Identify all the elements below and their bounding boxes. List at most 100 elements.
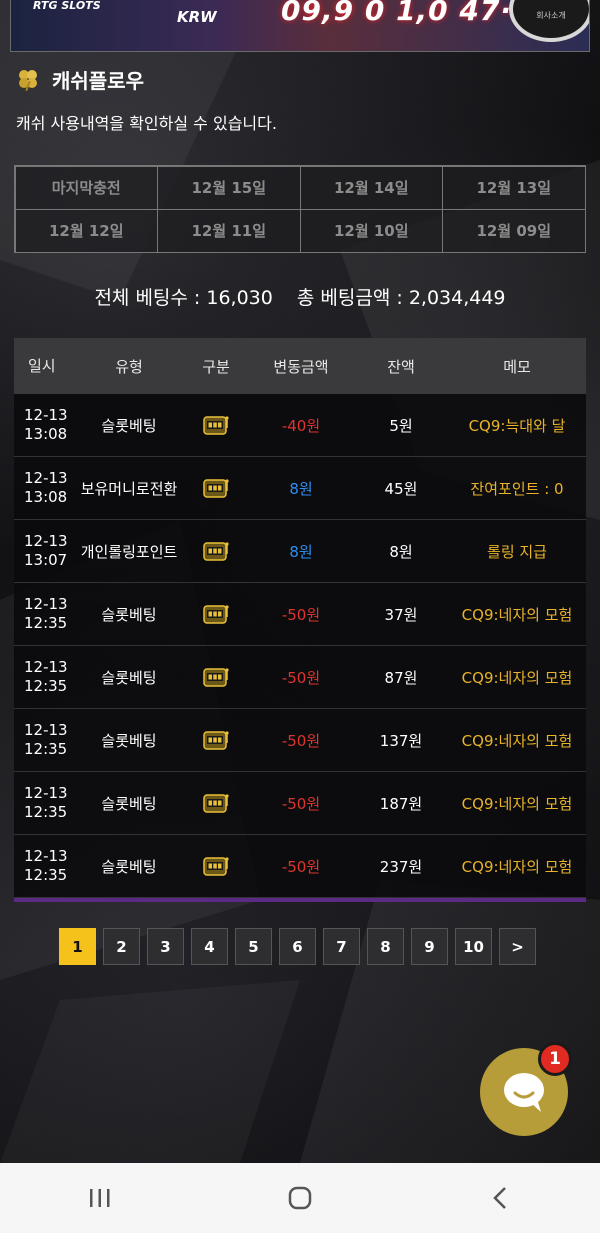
slot-machine-icon xyxy=(203,668,229,687)
page-button-10[interactable]: 10 xyxy=(455,928,492,965)
row-memo: CQ9:네자의 모험 xyxy=(461,605,573,624)
chat-bubble-icon xyxy=(504,1073,544,1112)
row-change: -50원 xyxy=(281,605,321,624)
row-time: 13:08 xyxy=(24,425,68,443)
date-tab[interactable]: 12월 13일 xyxy=(442,165,586,210)
banner-seal[interactable]: 회사소개 xyxy=(509,0,589,42)
home-button[interactable] xyxy=(270,1178,330,1218)
banner-jackpot: 09,9 0 1,0 47·6 xyxy=(281,0,533,27)
row-type: 슬롯베팅 xyxy=(101,731,157,750)
section-heading: 캐쉬플로우 xyxy=(16,66,144,93)
row-balance: 87원 xyxy=(384,668,418,687)
row-memo: 롤링 지급 xyxy=(487,542,547,561)
row-memo: CQ9:늑대와 달 xyxy=(468,416,566,435)
row-change: -40원 xyxy=(281,416,321,435)
row-memo: CQ9:네자의 모험 xyxy=(461,794,573,813)
page-button-9[interactable]: 9 xyxy=(411,928,448,965)
row-time: 12:35 xyxy=(24,866,68,884)
row-memo: CQ9:네자의 모험 xyxy=(461,668,573,687)
table-row: 12-13 12:35 슬롯베팅 -50원 237원 CQ9:네자의 모험 xyxy=(14,835,586,898)
row-type: 슬롯베팅 xyxy=(101,416,157,435)
row-memo: CQ9:네자의 모험 xyxy=(461,857,573,876)
row-type: 슬롯베팅 xyxy=(101,857,157,876)
row-date: 12-13 xyxy=(24,658,68,676)
page-button-8[interactable]: 8 xyxy=(367,928,404,965)
date-tab[interactable]: 12월 11일 xyxy=(157,208,301,253)
row-category xyxy=(184,792,248,814)
page-button-2[interactable]: 2 xyxy=(103,928,140,965)
recent-apps-icon xyxy=(90,1189,110,1207)
row-change: -50원 xyxy=(281,731,321,750)
next-page-button[interactable]: > xyxy=(499,928,536,965)
row-date: 12-13 xyxy=(24,847,68,865)
pagination: 1 2 3 4 5 6 7 8 9 10 > xyxy=(59,928,543,965)
page-button-3[interactable]: 3 xyxy=(147,928,184,965)
android-nav-bar xyxy=(0,1163,600,1233)
banner-logo: RTG SLOTS xyxy=(33,0,101,12)
row-datetime: 12-13 13:07 xyxy=(14,532,74,570)
row-balance: 137원 xyxy=(379,731,423,750)
row-date: 12-13 xyxy=(24,469,68,487)
row-balance: 37원 xyxy=(384,605,418,624)
date-tab[interactable]: 12월 12일 xyxy=(14,208,158,253)
page-button-5[interactable]: 5 xyxy=(235,928,272,965)
row-time: 13:07 xyxy=(24,551,68,569)
banner-carousel-dots xyxy=(231,43,371,48)
back-button[interactable] xyxy=(470,1178,530,1218)
header-memo: 메모 xyxy=(503,357,531,376)
row-change: 8원 xyxy=(289,479,313,498)
table-row: 12-13 13:08 보유머니로전환 8원 45원 잔여포인트 : 0 xyxy=(14,457,586,520)
row-type: 보유머니로전환 xyxy=(80,479,178,498)
row-category xyxy=(184,603,248,625)
header-category: 구분 xyxy=(202,357,230,376)
table-header: 일시 유형 구분 변동금액 잔액 메모 xyxy=(14,338,586,394)
date-tab-last-charge[interactable]: 마지막충전 xyxy=(14,165,158,210)
row-balance: 187원 xyxy=(379,794,423,813)
page-title: 캐쉬플로우 xyxy=(52,68,144,93)
row-change: -50원 xyxy=(281,857,321,876)
clover-icon xyxy=(19,70,37,91)
row-change: 8원 xyxy=(289,542,313,561)
row-type: 슬롯베팅 xyxy=(101,668,157,687)
row-category xyxy=(184,414,248,436)
recent-apps-button[interactable] xyxy=(70,1178,130,1218)
slot-machine-icon xyxy=(203,605,229,624)
row-category xyxy=(184,540,248,562)
page-button-7[interactable]: 7 xyxy=(323,928,360,965)
row-balance: 45원 xyxy=(384,479,418,498)
row-datetime: 12-13 12:35 xyxy=(14,721,74,759)
table-footer-line xyxy=(14,898,586,902)
row-category xyxy=(184,855,248,877)
date-tab[interactable]: 12월 15일 xyxy=(157,165,301,210)
row-datetime: 12-13 13:08 xyxy=(14,406,74,444)
banner-currency: KRW xyxy=(177,8,217,26)
date-tab[interactable]: 12월 09일 xyxy=(442,208,586,253)
header-type: 유형 xyxy=(115,357,143,376)
cashflow-table: 일시 유형 구분 변동금액 잔액 메모 12-13 13:08 슬롯베팅 -40원 5원… xyxy=(14,338,586,902)
row-type: 개인롤링포인트 xyxy=(80,542,178,561)
row-datetime: 12-13 12:35 xyxy=(14,847,74,885)
home-icon xyxy=(288,1186,312,1210)
table-row: 12-13 12:35 슬롯베팅 -50원 37원 CQ9:네자의 모험 xyxy=(14,583,586,646)
header-balance: 잔액 xyxy=(387,357,415,376)
page-button-6[interactable]: 6 xyxy=(279,928,316,965)
date-tab[interactable]: 12월 14일 xyxy=(299,165,443,210)
page-description: 캐쉬 사용내역을 확인하실 수 있습니다. xyxy=(16,114,277,133)
page-button-1[interactable]: 1 xyxy=(59,928,96,965)
row-change: -50원 xyxy=(281,668,321,687)
row-category xyxy=(184,477,248,499)
row-time: 13:08 xyxy=(24,488,68,506)
row-time: 12:35 xyxy=(24,803,68,821)
row-datetime: 12-13 12:35 xyxy=(14,784,74,822)
date-tab[interactable]: 12월 10일 xyxy=(299,208,443,253)
row-date: 12-13 xyxy=(24,532,68,550)
header-change: 변동금액 xyxy=(273,357,329,376)
promo-banner[interactable]: RTG SLOTS KRW 09,9 0 1,0 47·6 회사소개 xyxy=(10,0,590,52)
page-button-4[interactable]: 4 xyxy=(191,928,228,965)
row-category xyxy=(184,729,248,751)
row-type: 슬롯베팅 xyxy=(101,605,157,624)
date-filter-grid: 마지막충전 12월 15일 12월 14일 12월 13일 12월 12일 12… xyxy=(14,165,586,253)
row-time: 12:35 xyxy=(24,677,68,695)
row-change: -50원 xyxy=(281,794,321,813)
chat-button[interactable]: 1 xyxy=(480,1042,572,1136)
